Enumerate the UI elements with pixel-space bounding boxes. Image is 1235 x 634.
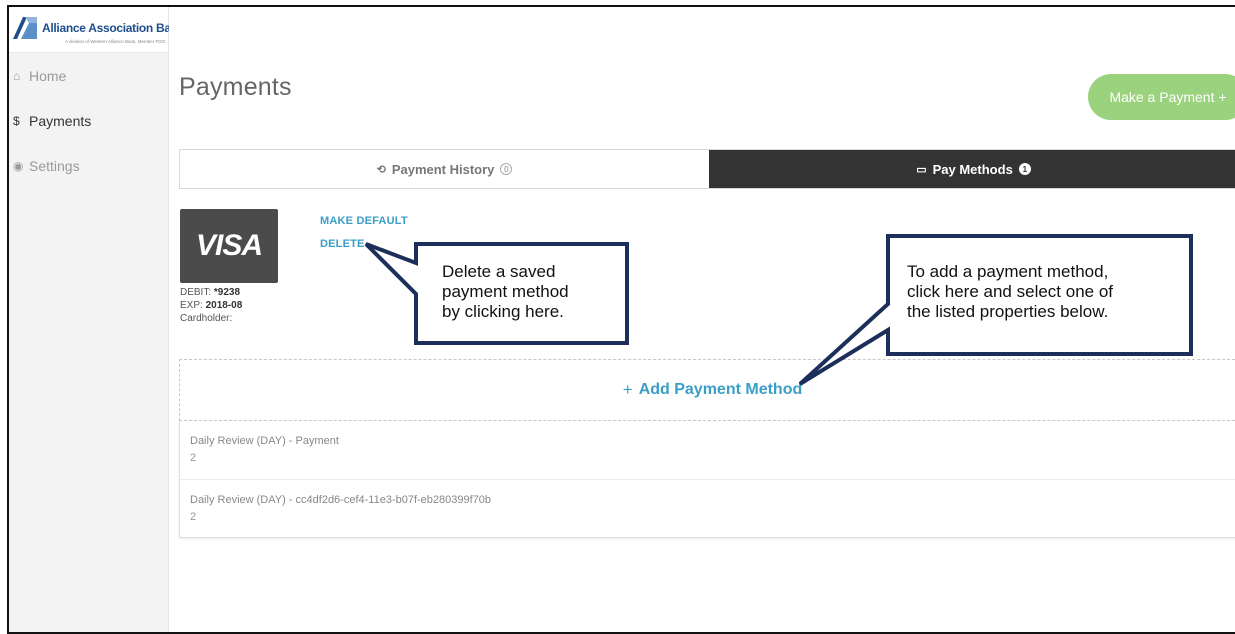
property-count: 2 xyxy=(190,511,197,523)
bank-logo-icon xyxy=(13,17,37,39)
page-title: Payments xyxy=(179,73,292,101)
tab-label: Pay Methods xyxy=(932,161,1013,177)
cardholder-label: Cardholder: xyxy=(180,313,233,324)
add-payment-method-button[interactable]: + Add Payment Method xyxy=(179,359,1235,421)
make-payment-button[interactable]: Make a Payment + xyxy=(1088,74,1235,120)
add-payment-method-label: Add Payment Method xyxy=(638,381,803,398)
methods-count-badge: 1 xyxy=(1018,163,1031,175)
sidebar-item-label: Settings xyxy=(29,157,80,174)
sidebar: Alliance Association Bank A division of … xyxy=(9,7,184,632)
plus-icon: + xyxy=(622,380,633,399)
user-circle-icon: ◉ xyxy=(13,158,24,173)
card-debit-line: DEBIT: *9238 xyxy=(180,287,241,298)
main-content: Payments Make a Payment + ⟲ Payment Hist… xyxy=(169,7,1235,632)
property-name: Daily Review (DAY) - cc4df2d6-cef4-11e3-… xyxy=(190,494,492,506)
tab-payment-history[interactable]: ⟲ Payment History 0 xyxy=(180,150,709,188)
brand-logo[interactable]: Alliance Association Bank A division of … xyxy=(9,7,184,53)
history-icon: ⟲ xyxy=(376,163,386,176)
property-list: Daily Review (DAY) - Payment 2 Daily Rev… xyxy=(179,421,1235,538)
list-item[interactable]: Daily Review (DAY) - Payment 2 xyxy=(180,421,1235,479)
delete-card-link[interactable]: DELETE xyxy=(320,238,365,250)
home-icon: ⌂ xyxy=(13,68,21,83)
app-window: Alliance Association Bank A division of … xyxy=(7,5,1235,634)
brand-tagline: A division of Western Alliance Bank, Mem… xyxy=(65,39,166,44)
history-count-badge: 0 xyxy=(500,163,513,175)
brand-name: Alliance Association Bank xyxy=(42,21,185,35)
sidebar-item-home[interactable]: ⌂ Home xyxy=(9,53,168,98)
card-number: *9238 xyxy=(213,287,241,298)
card-details: DEBIT: *9238 EXP: 2018-08 Cardholder: xyxy=(180,286,242,325)
sidebar-nav: ⌂ Home $ Payments ◉ Settings xyxy=(9,53,168,188)
sidebar-item-label: Payments xyxy=(29,112,92,129)
dollar-icon: $ xyxy=(13,113,20,128)
card-expiry: 2018-08 xyxy=(205,300,243,311)
sidebar-item-label: Home xyxy=(29,67,67,84)
make-default-link[interactable]: MAKE DEFAULT xyxy=(320,215,408,227)
list-item[interactable]: Daily Review (DAY) - cc4df2d6-cef4-11e3-… xyxy=(180,479,1235,537)
sidebar-item-payments[interactable]: $ Payments xyxy=(9,98,168,143)
credit-card-icon: ▭ xyxy=(916,163,927,176)
tab-pay-methods[interactable]: ▭ Pay Methods 1 xyxy=(709,150,1235,188)
card-exp-line: EXP: 2018-08 xyxy=(180,300,243,311)
tab-label: Payment History xyxy=(391,161,495,177)
visa-card-image: VISA xyxy=(180,209,278,283)
property-name: Daily Review (DAY) - Payment xyxy=(190,435,339,447)
visa-logo: VISA xyxy=(195,229,263,262)
property-count: 2 xyxy=(190,452,197,464)
sidebar-item-settings[interactable]: ◉ Settings xyxy=(9,143,168,188)
payment-tabs: ⟲ Payment History 0 ▭ Pay Methods 1 xyxy=(179,149,1235,189)
